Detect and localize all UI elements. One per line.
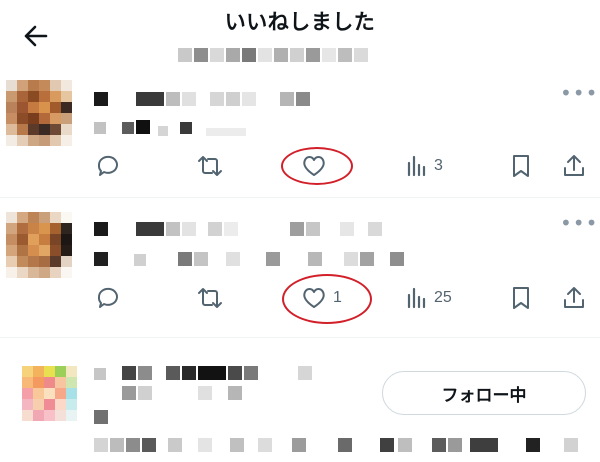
post-text-redacted [94,120,294,136]
user-name-redacted[interactable] [94,366,324,382]
heart-icon [303,156,325,176]
more-options-button[interactable]: ••• [560,83,597,108]
post-1[interactable]: ••• 3 [0,72,600,198]
avatar[interactable] [6,80,72,146]
repost-button[interactable] [196,151,224,181]
bookmark-icon [513,287,529,309]
bookmark-button[interactable] [510,283,532,313]
bookmark-button[interactable] [510,151,532,181]
reply-icon [97,155,118,176]
author-name-redacted[interactable] [94,222,394,238]
post-text-redacted [94,252,414,268]
more-horizontal-icon: ••• [560,81,599,105]
user-handle-redacted [94,410,114,426]
analytics-icon [407,155,426,177]
bookmark-icon [513,155,529,177]
analytics-icon [407,287,426,309]
share-button[interactable] [562,151,586,181]
user-handle-redacted [94,386,294,402]
avatar[interactable] [22,366,78,422]
divider [0,337,600,338]
avatar[interactable] [6,212,72,278]
reply-icon [97,287,118,308]
following-button[interactable]: フォロー中 [382,371,586,415]
views-button[interactable]: 25 [406,283,452,313]
share-icon [564,155,584,176]
more-horizontal-icon: ••• [560,211,599,235]
like-count: 1 [333,289,342,306]
author-name-redacted[interactable] [94,92,324,108]
divider [0,197,600,198]
views-count: 3 [434,157,443,174]
repost-button[interactable] [196,283,224,313]
page-title: いいねしました [224,10,376,34]
page-subtitle-redacted [178,44,418,66]
more-options-button[interactable]: ••• [560,213,597,238]
repost-icon [198,288,222,308]
views-button[interactable]: 3 [406,151,443,181]
share-icon [564,287,584,308]
share-button[interactable] [562,283,586,313]
views-count: 25 [434,289,452,306]
heart-icon [303,288,325,308]
like-button[interactable]: 1 [301,283,342,313]
reply-button[interactable] [95,283,121,313]
post-2[interactable]: ••• 1 25 [0,200,600,336]
like-button[interactable] [301,151,333,181]
repost-icon [198,156,222,176]
reply-button[interactable] [95,151,121,181]
user-bio-redacted [94,438,594,454]
